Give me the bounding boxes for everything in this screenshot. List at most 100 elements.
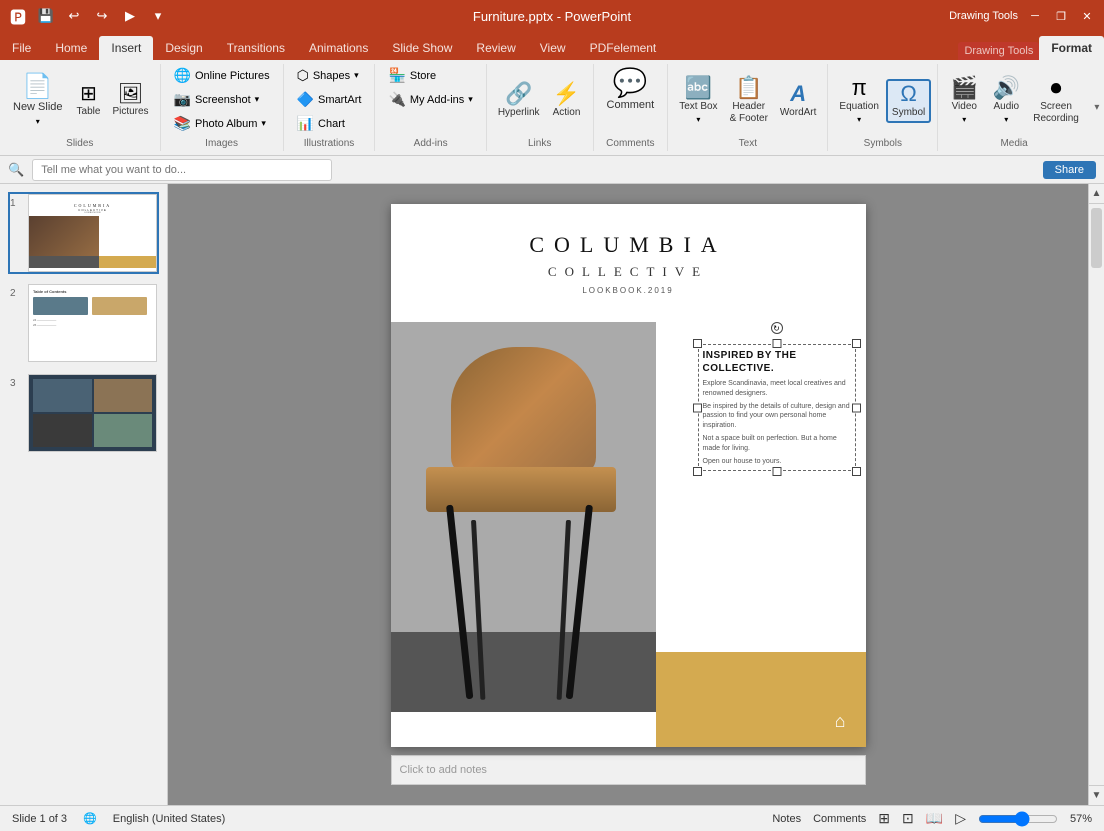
tab-home[interactable]: Home: [43, 36, 99, 60]
slide-canvas[interactable]: COLUMBIA COLLECTIVE LOOKBOOK.2019: [391, 204, 866, 747]
notes-btn[interactable]: Notes: [772, 813, 801, 825]
screen-recording-btn[interactable]: ⏺ ScreenRecording: [1028, 74, 1084, 128]
undo-quick-btn[interactable]: ↩: [64, 6, 84, 26]
textbox-icon: 🔤: [685, 77, 712, 99]
screenshot-icon: 📷: [174, 91, 191, 108]
comments-btn[interactable]: Comments: [813, 813, 866, 825]
tab-transitions[interactable]: Transitions: [215, 36, 297, 60]
action-label: Action: [553, 107, 581, 119]
handle-rotate[interactable]: ↻: [771, 322, 783, 334]
slide-thumb-2[interactable]: 2 Table of Contents 24 ───────── 26 ────…: [8, 282, 159, 364]
scroll-down-btn[interactable]: ▼: [1089, 785, 1104, 805]
handle-tr: [852, 339, 861, 348]
tab-pdfelement[interactable]: PDFelement: [578, 36, 669, 60]
share-btn[interactable]: Share: [1043, 161, 1096, 179]
redo-quick-btn[interactable]: ↪: [92, 6, 112, 26]
shapes-icon: ⬡: [297, 67, 309, 84]
textbox-btn[interactable]: 🔤 Text Box ▾: [674, 74, 722, 127]
symbol-btn[interactable]: Ω Symbol: [886, 79, 931, 123]
text-box-selected[interactable]: ↻ INSPIRED BY THE COLLECTIVE. Explore Sc…: [698, 344, 856, 471]
hyperlink-icon: 🔗: [505, 83, 532, 105]
tab-slideshow[interactable]: Slide Show: [380, 36, 464, 60]
tab-review[interactable]: Review: [464, 36, 527, 60]
chair-image: [391, 322, 656, 712]
zoom-slider[interactable]: [978, 811, 1058, 827]
text-group-label: Text: [668, 138, 827, 149]
restore-btn[interactable]: ❐: [1052, 7, 1070, 25]
logo-icon: ⌂: [835, 711, 846, 732]
slide-show-btn[interactable]: ▷: [955, 810, 966, 827]
store-btn[interactable]: 🏪 Store: [381, 64, 479, 87]
reading-view-btn[interactable]: 📖: [926, 810, 943, 827]
text-box-para1: Explore Scandinavia, meet local creative…: [703, 379, 851, 399]
audio-btn[interactable]: 🔊 Audio ▾: [986, 74, 1026, 127]
shapes-btn[interactable]: ⬡ Shapes ▾: [290, 64, 369, 87]
wordart-btn[interactable]: A WordArt: [775, 80, 822, 122]
action-btn[interactable]: ⚡ Action: [547, 80, 587, 122]
slide-img-1: COLUMBIA COLLECTIVE LOOKBOOK.2019: [28, 194, 157, 272]
store-icon: 🏪: [388, 67, 405, 84]
close-btn[interactable]: ✕: [1078, 7, 1096, 25]
chart-icon: 📊: [297, 115, 314, 132]
media-group-label: Media: [938, 138, 1090, 149]
scroll-up-btn[interactable]: ▲: [1089, 184, 1104, 204]
minimize-btn[interactable]: ─: [1026, 7, 1044, 25]
language-icon: 🌐: [83, 812, 97, 825]
save-quick-btn[interactable]: 💾: [36, 6, 56, 26]
hyperlink-btn[interactable]: 🔗 Hyperlink: [493, 80, 545, 122]
pictures-btn[interactable]: 🖼 Pictures: [107, 81, 153, 121]
ribbon-scroll-btn[interactable]: ▾: [1090, 64, 1104, 151]
illustrations-group-label: Illustrations: [284, 138, 375, 149]
smartart-btn[interactable]: 🔷 SmartArt: [290, 88, 369, 111]
ribbon-group-illustrations: ⬡ Shapes ▾ 🔷 SmartArt 📊 Chart Illustrati…: [284, 64, 376, 151]
text-box-para2: Be inspired by the details of culture, d…: [703, 402, 851, 431]
photo-album-btn[interactable]: 📚 Photo Album ▾: [167, 112, 277, 135]
tab-view[interactable]: View: [528, 36, 578, 60]
chart-btn[interactable]: 📊 Chart: [290, 112, 369, 135]
slide-panel: 1 COLUMBIA COLLECTIVE LOOKBOOK.2019 2: [0, 184, 168, 805]
action-icon: ⚡: [553, 83, 580, 105]
ribbon-tab-bar: File Home Insert Design Transitions Anim…: [0, 32, 1104, 60]
slide-thumb-1[interactable]: 1 COLUMBIA COLLECTIVE LOOKBOOK.2019: [8, 192, 159, 274]
slide-info: Slide 1 of 3: [12, 813, 67, 825]
normal-view-btn[interactable]: ⊞: [878, 810, 890, 827]
title-bar: 🅿 💾 ↩ ↪ ▶ ▾ Furniture.pptx - PowerPoint …: [0, 0, 1104, 32]
media-row: 🎬 Video ▾ 🔊 Audio ▾ ⏺ ScreenRecording: [944, 64, 1084, 137]
tab-design[interactable]: Design: [153, 36, 214, 60]
online-pictures-btn[interactable]: 🌐 Online Pictures: [167, 64, 277, 87]
present-quick-btn[interactable]: ▶: [120, 6, 140, 26]
tab-insert[interactable]: Insert: [99, 36, 153, 60]
pictures-icon: 🖼: [118, 84, 143, 104]
tab-animations[interactable]: Animations: [297, 36, 380, 60]
new-slide-btn[interactable]: 📄 New Slide ▾: [6, 70, 70, 130]
table-btn[interactable]: ⊞ Table: [72, 81, 106, 121]
slide-img-3: [28, 374, 157, 452]
audio-label: Audio: [993, 101, 1019, 113]
images-btns: 🌐 Online Pictures 📷 Screenshot ▾ 📚 Photo…: [167, 64, 277, 135]
addins-btns: 🏪 Store 🔌 My Add-ins ▾: [381, 64, 479, 111]
equation-btn[interactable]: π Equation ▾: [834, 74, 883, 127]
screenshot-btn[interactable]: 📷 Screenshot ▾: [167, 88, 277, 111]
scroll-thumb[interactable]: [1091, 208, 1102, 268]
v-scrollbar: ▲ ▼: [1088, 184, 1104, 805]
tab-format[interactable]: Format: [1039, 36, 1104, 60]
screenshot-label: Screenshot: [195, 94, 251, 106]
search-input[interactable]: [32, 159, 332, 181]
slide-title: COLUMBIA: [391, 232, 866, 258]
zoom-value: 57%: [1070, 813, 1092, 825]
slide-sorter-btn[interactable]: ⊡: [902, 810, 914, 827]
customize-quick-btn[interactable]: ▾: [148, 6, 168, 26]
language-label: English (United States): [113, 813, 226, 825]
shapes-arrow: ▾: [354, 70, 359, 81]
shapes-label: Shapes: [313, 70, 350, 82]
tab-file[interactable]: File: [0, 36, 43, 60]
wordart-label: WordArt: [780, 107, 817, 119]
video-btn[interactable]: 🎬 Video ▾: [944, 74, 984, 127]
handle-mr: [852, 403, 861, 412]
header-footer-btn[interactable]: 📋 Header& Footer: [725, 74, 773, 128]
slide-thumb-3[interactable]: 3: [8, 372, 159, 454]
comment-btn[interactable]: 💬 Comment: [600, 64, 662, 117]
screenshot-arrow: ▾: [255, 94, 260, 105]
notes-area[interactable]: Click to add notes: [391, 755, 866, 785]
my-addins-btn[interactable]: 🔌 My Add-ins ▾: [381, 88, 479, 111]
